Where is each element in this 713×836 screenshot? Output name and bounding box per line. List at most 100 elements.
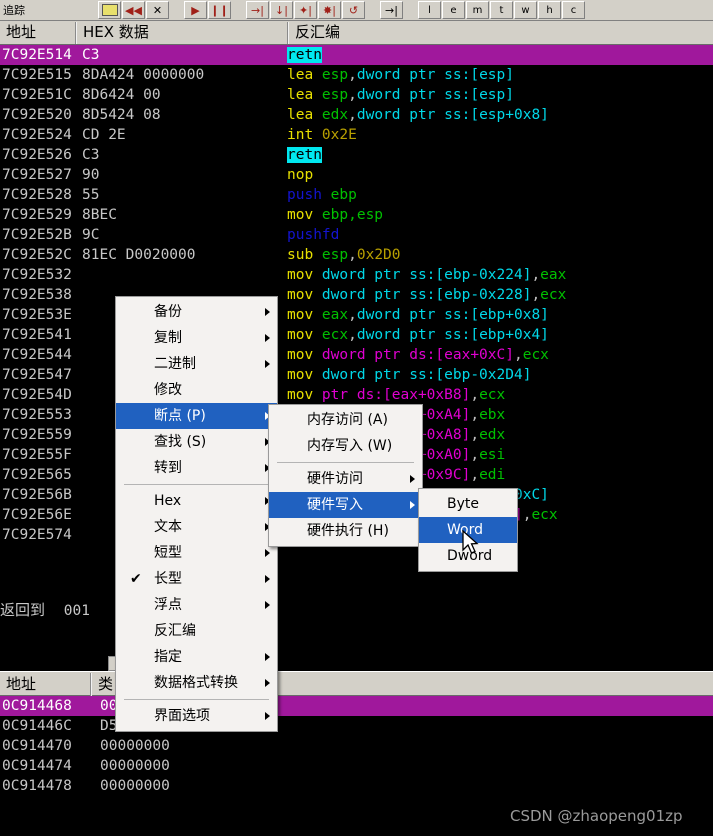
context-menu-primary-item[interactable]: 查找 (S) (116, 429, 277, 455)
context-menu-breakpoint-item[interactable]: 硬件写入 (269, 492, 422, 518)
cpu-window-button[interactable]: c (562, 1, 585, 19)
disasm-row[interactable]: 7C92E524 CD 2E int 0x2E (0, 125, 713, 145)
context-menu-primary-item[interactable]: 文本 (116, 514, 277, 540)
handles-window-button[interactable]: h (538, 1, 561, 19)
animate-button[interactable]: →| (380, 1, 403, 19)
dump-row[interactable]: 0C91446CD58E0007 (0, 716, 713, 736)
column-divider[interactable] (287, 22, 289, 44)
disasm-row[interactable]: 7C92E532 mov dword ptr ss:[ebp-0x224],eax (0, 265, 713, 285)
step-into-icon: →| (251, 3, 264, 17)
open-file-button[interactable] (98, 1, 121, 19)
disasm-row[interactable]: 7C92E52B 9C pushfd (0, 225, 713, 245)
context-menu-primary-item[interactable]: 指定 (116, 644, 277, 670)
disasm-row[interactable]: 7C92E547 mov dword ptr ss:[ebp-0x2D4] (0, 365, 713, 385)
context-menu-hardware-write-size-item[interactable]: Byte (419, 491, 517, 517)
context-menu-primary-item[interactable]: 修改 (116, 377, 277, 403)
asm-token: dword ptr ss:[ebp-0x228] (321, 287, 532, 303)
context-menu-primary-item[interactable]: 备份 (116, 299, 277, 325)
context-menu-primary-item[interactable]: 二进制 (116, 351, 277, 377)
context-menu-primary-item[interactable]: 浮点 (116, 592, 277, 618)
context-menu-primary-item[interactable]: 转到 (116, 455, 277, 481)
menu-item-label: 反汇编 (154, 623, 196, 639)
context-menu-primary-item[interactable]: Hex (116, 488, 277, 514)
trace-into-button[interactable]: ✦| (294, 1, 317, 19)
log-window-button[interactable]: l (418, 1, 441, 19)
disasm-row[interactable]: 7C92E541 mov ecx,dword ptr ss:[ebp+0x4] (0, 325, 713, 345)
dump-address: 0C914474 (2, 758, 72, 774)
disasm-instruction: retn (287, 45, 713, 65)
column-divider[interactable] (75, 22, 77, 44)
dump-row[interactable]: 0C91446800000000 (0, 696, 713, 716)
disasm-instruction: mov dword ptr ss:[ebp-0x224],eax (287, 265, 713, 285)
step-over-button[interactable]: ↓| (270, 1, 293, 19)
disasm-row[interactable]: 7C92E53E mov eax,dword ptr ss:[ebp+0x8] (0, 305, 713, 325)
submenu-arrow-icon (265, 334, 270, 342)
context-menu-breakpoint[interactable]: 内存访问 (A) 内存写入 (W) 硬件访问 硬件写入 硬件执行 (H) (268, 404, 423, 547)
context-menu-primary-item[interactable]: 复制 (116, 325, 277, 351)
context-menu-primary-item[interactable]: ✔ 长型 (116, 566, 277, 592)
disasm-row[interactable]: 7C92E527 90 nop (0, 165, 713, 185)
disasm-column-header-3[interactable]: 反汇编 (289, 21, 709, 44)
disasm-address: 7C92E541 (2, 327, 72, 343)
asm-token: esp (321, 87, 349, 103)
status-bar (0, 655, 713, 671)
disasm-row[interactable]: 7C92E514 C3 retn (0, 45, 713, 65)
watermark: CSDN @zhaopeng01zp (510, 807, 683, 825)
asm-token: , (348, 327, 357, 343)
disasm-column-header-1[interactable]: 地址 (0, 21, 75, 44)
asm-token: ebx (479, 407, 506, 423)
memory-window-button[interactable]: m (466, 1, 489, 19)
context-menu-breakpoint-item[interactable]: 内存访问 (A) (269, 407, 422, 433)
context-menu-primary-item[interactable]: 界面选项 (116, 703, 277, 729)
context-menu-primary-item[interactable]: 短型 (116, 540, 277, 566)
disasm-instruction: lea esp,dword ptr ss:[esp] (287, 65, 713, 85)
dump-row[interactable]: 0C914478 00000000 (0, 776, 713, 796)
dump-row[interactable]: 0C914474 00000000 (0, 756, 713, 776)
run-button[interactable]: ▶ (184, 1, 207, 19)
disasm-address: 7C92E538 (2, 287, 72, 303)
dump-column-header-1[interactable]: 地址 (0, 672, 90, 696)
restart-button[interactable]: ◀◀ (122, 1, 145, 19)
disasm-row[interactable]: 7C92E54D mov ptr ds:[eax+0xB8],ecx (0, 385, 713, 405)
pause-button[interactable]: ❙❙ (208, 1, 231, 19)
context-menu-breakpoint-item[interactable]: 硬件访问 (269, 466, 422, 492)
disasm-row[interactable]: 7C92E526 C3 retn (0, 145, 713, 165)
execute-till-return-button[interactable]: ↺ (342, 1, 365, 19)
disasm-instruction: mov ebp,esp (287, 205, 713, 225)
threads-window-button[interactable]: t (490, 1, 513, 19)
disasm-row[interactable]: 7C92E520 8D5424 08 lea edx,dword ptr ss:[e… (0, 105, 713, 125)
context-menu-primary-item[interactable]: 数据格式转换 (116, 670, 277, 696)
disasm-hex-bytes: C3 (82, 47, 100, 63)
context-menu-breakpoint-item[interactable]: 硬件执行 (H) (269, 518, 422, 544)
asm-token: retn (287, 147, 322, 163)
asm-token: ecx (479, 387, 506, 403)
trace-over-button[interactable]: ✸| (318, 1, 341, 19)
asm-token: ecx (522, 347, 549, 363)
menu-item-label: 复制 (154, 330, 182, 346)
disasm-instruction: mov dword ptr ss:[ebp-0x228],ecx (287, 285, 713, 305)
disasm-row[interactable]: 7C92E544 mov dword ptr ds:[eax+0xC],ecx (0, 345, 713, 365)
close-button[interactable]: ✕ (146, 1, 169, 19)
asm-token: mov (287, 207, 322, 223)
windows-list-button[interactable]: w (514, 1, 537, 19)
column-divider[interactable] (90, 673, 92, 696)
context-menu-primary-item[interactable]: 反汇编 (116, 618, 277, 644)
dump-address: 0C914470 (2, 738, 72, 754)
disasm-row[interactable]: 7C92E51C 8D6424 00 lea esp,dword ptr ss:[e… (0, 85, 713, 105)
asm-token: sub (287, 247, 322, 263)
dump-row[interactable]: 0C914470 00000000 (0, 736, 713, 756)
disasm-row[interactable]: 7C92E52C 81EC D0020000 sub esp,0x2D0 (0, 245, 713, 265)
context-menu-primary-item[interactable]: 断点 (P) (116, 403, 277, 429)
asm-token: dword ptr ss:[ebp-0x224] (321, 267, 532, 283)
disasm-row[interactable]: 7C92E538 mov dword ptr ss:[ebp-0x228],ecx (0, 285, 713, 305)
modules-window-button[interactable]: e (442, 1, 465, 19)
disasm-row[interactable]: 7C92E528 55 push ebp (0, 185, 713, 205)
disasm-column-header-2[interactable]: HEX 数据 (77, 21, 287, 44)
step-into-button[interactable]: →| (246, 1, 269, 19)
disasm-row[interactable]: 7C92E529 8BEC mov ebp,esp (0, 205, 713, 225)
asm-token: pushfd (287, 227, 340, 243)
disasm-row[interactable]: 7C92E515 8DA424 0000000 lea esp,dword ptr … (0, 65, 713, 85)
context-menu-primary[interactable]: 备份复制二进制 修改 断点 (P) 查找 (S) 转到 Hex 文本 短型 ✔ 长型 浮点反汇编指定… (115, 296, 278, 732)
context-menu-breakpoint-item[interactable]: 内存写入 (W) (269, 433, 422, 459)
return-icon: ↺ (348, 3, 359, 17)
